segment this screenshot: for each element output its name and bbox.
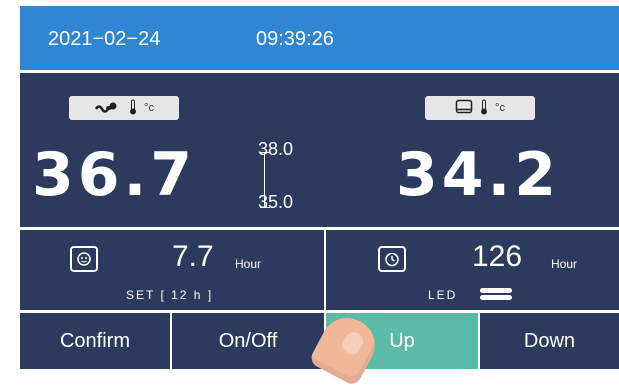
hour-unit: Hour [551, 257, 578, 271]
on-off-button[interactable]: On/Off [172, 313, 324, 369]
led-label: LED [428, 288, 458, 302]
baby-temperature: 36.7 [32, 140, 197, 210]
led-hours: 126 [472, 240, 523, 273]
range-low: 35.0 [258, 192, 294, 212]
hour-unit: Hour [235, 257, 262, 271]
status-bar: 2021−02−24 09:39:26 [20, 6, 619, 70]
confirm-button[interactable]: Confirm [20, 313, 170, 369]
range-high: 38.0 [258, 139, 294, 159]
panel-divider [324, 230, 326, 313]
divider [20, 70, 619, 73]
unit-label: °c [144, 102, 154, 114]
thermometer-icon [479, 99, 489, 118]
set-label: SET [ 12 h ] [126, 288, 214, 302]
timer-icon [378, 246, 406, 272]
device-screen: 2021−02−24 09:39:26 °c °c 36.7 38.0 35.0… [20, 6, 619, 369]
thermometer-icon [128, 99, 138, 118]
baby-hours: 7.7 [172, 240, 214, 273]
down-button[interactable]: Down [480, 313, 619, 369]
mattress-temp-chip: °c [425, 96, 535, 120]
time-display: 09:39:26 [256, 28, 334, 50]
baby-temp-chip: °c [69, 96, 179, 120]
baby-care-icon [70, 246, 98, 272]
mattress-temperature: 34.2 [396, 140, 561, 210]
date-display: 2021−02−24 [48, 28, 161, 50]
divider [20, 227, 619, 230]
baby-icon [94, 100, 122, 117]
mattress-icon [455, 99, 473, 118]
unit-label: °c [495, 102, 505, 114]
led-icon [478, 286, 514, 302]
